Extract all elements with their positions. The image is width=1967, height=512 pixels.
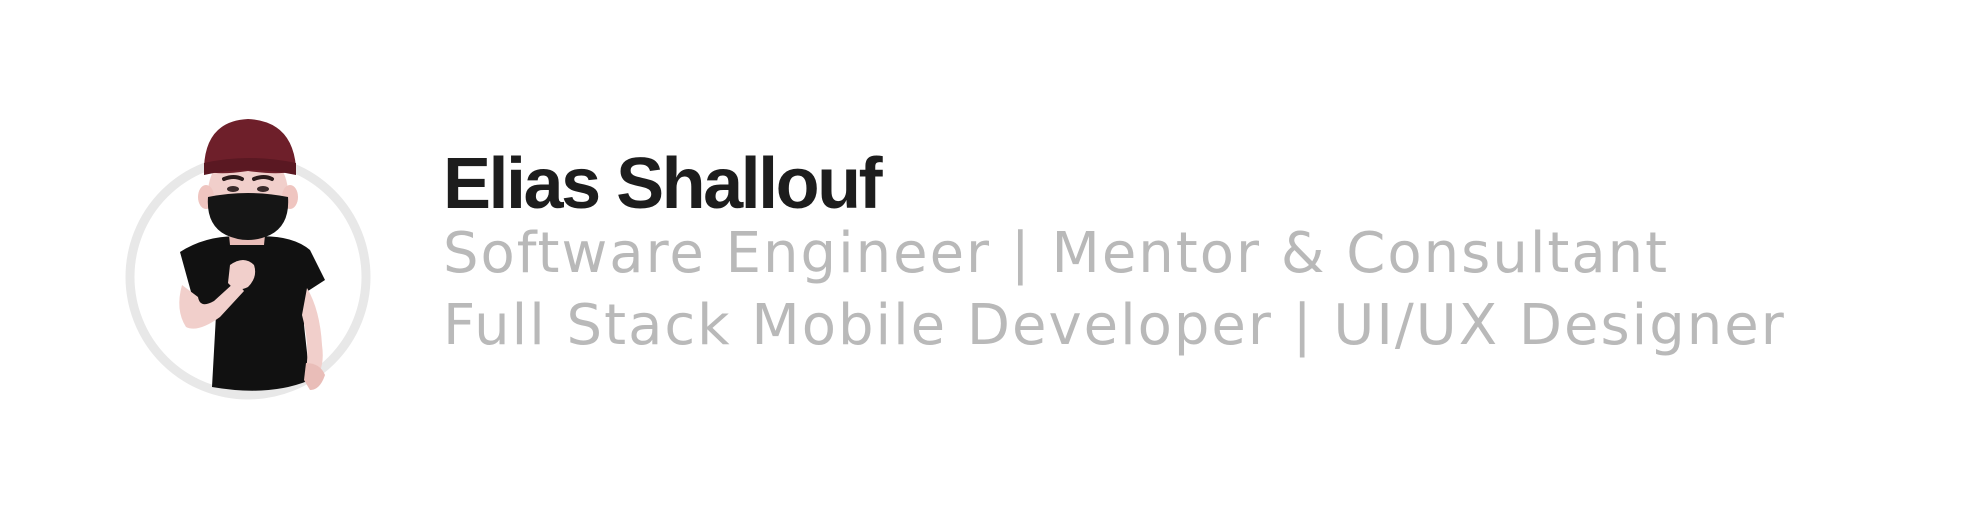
profile-text: Elias Shallouf Software Engineer | Mento… [443,146,1786,362]
profile-role-line-2: Full Stack Mobile Developer | UI/UX Desi… [443,293,1786,358]
avatar [120,105,380,405]
profile-role-line-1: Software Engineer | Mentor & Consultant [443,221,1670,286]
memoji-avatar-icon [125,119,371,400]
profile-name: Elias Shallouf [443,144,883,224]
